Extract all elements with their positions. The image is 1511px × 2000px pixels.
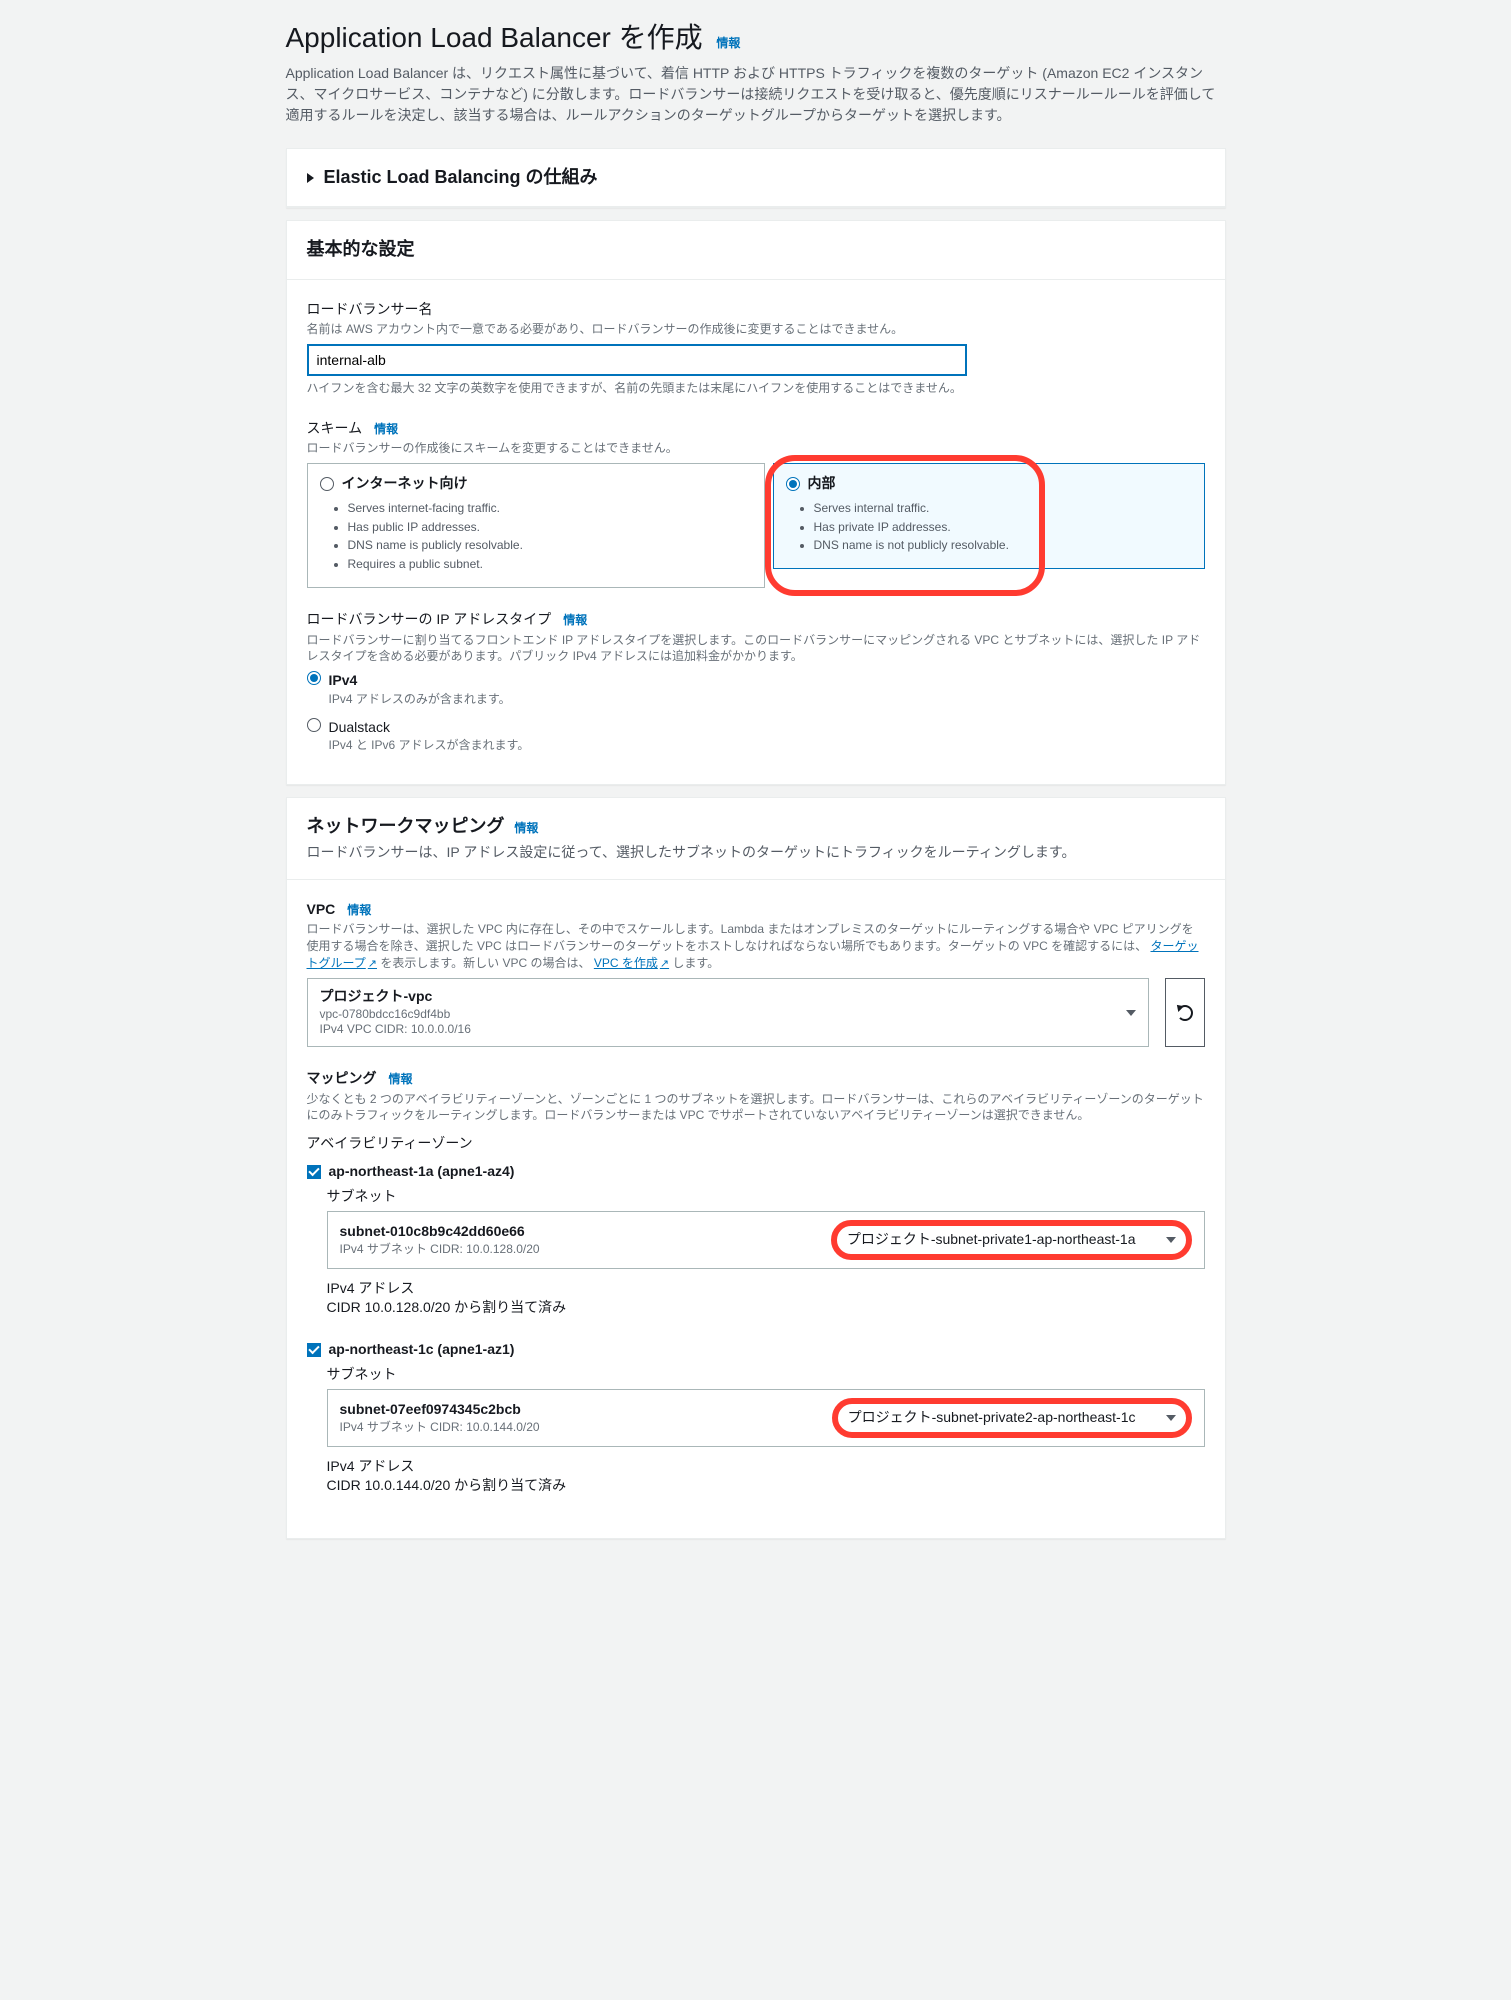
iptype-label: ロードバランサーの IP アドレスタイプ (307, 610, 552, 630)
scheme-internal-bullets: Serves internal traffic. Has private IP … (814, 500, 1192, 554)
info-link-iptype[interactable]: 情報 (563, 612, 587, 629)
page-title-text: Application Load Balancer を作成 (286, 22, 703, 53)
how-it-works-title: Elastic Load Balancing の仕組み (324, 165, 598, 190)
iptype-option-dualstack[interactable]: Dualstack IPv4 と IPv6 アドレスが含まれます。 (307, 718, 1205, 754)
scheme-internal-title: 内部 (808, 474, 836, 494)
subnet-label: サブネット (327, 1365, 1205, 1385)
lb-name-label: ロードバランサー名 (307, 300, 1205, 320)
ipv4-address-label: IPv4 アドレス (327, 1279, 1205, 1299)
create-vpc-link[interactable]: VPC を作成↗ (594, 956, 669, 970)
network-mapping-panel: ネットワークマッピング 情報 ロードバランサーは、IP アドレス設定に従って、選… (286, 797, 1226, 1539)
lb-name-desc: 名前は AWS アカウント内で一意である必要があり、ロードバランサーの作成後に変… (307, 321, 1205, 338)
page-title: Application Load Balancer を作成 情報 (286, 18, 1226, 57)
info-link-mapping[interactable]: 情報 (389, 1071, 413, 1088)
scheme-internet-bullets: Serves internet-facing traffic. Has publ… (348, 500, 752, 573)
subnet-label: サブネット (327, 1187, 1205, 1207)
scheme-desc: ロードバランサーの作成後にスキームを変更することはできません。 (307, 440, 1205, 457)
chevron-right-icon (307, 173, 314, 183)
refresh-button[interactable] (1165, 978, 1205, 1047)
vpc-desc: ロードバランサーは、選択した VPC 内に存在し、その中でスケールします。Lam… (307, 921, 1205, 972)
ipv4-title: IPv4 (329, 671, 511, 691)
info-link-network[interactable]: 情報 (514, 821, 538, 835)
vpc-selected-name: プロジェクト-vpc (320, 987, 471, 1007)
subnet-select[interactable]: subnet-07eef0974345c2bcb IPv4 サブネット CIDR… (327, 1389, 1205, 1447)
ipv4-desc: IPv4 アドレスのみが含まれます。 (329, 691, 511, 708)
create-vpc-link-text: VPC を作成 (594, 956, 658, 970)
radio-checked-icon (307, 671, 321, 685)
basic-settings-title: 基本的な設定 (307, 237, 415, 262)
basic-settings-panel: 基本的な設定 ロードバランサー名 名前は AWS アカウント内で一意である必要が… (286, 220, 1226, 785)
checkbox-checked-icon[interactable] (307, 1165, 321, 1179)
az-name: ap-northeast-1c (apne1-az1) (329, 1340, 515, 1360)
chevron-down-icon (1166, 1415, 1176, 1421)
refresh-icon (1177, 1005, 1193, 1021)
ipv4-address-label: IPv4 アドレス (327, 1457, 1205, 1477)
bullet: Serves internal traffic. (814, 500, 1192, 517)
ipv4-address-value: CIDR 10.0.144.0/20 から割り当て済み (327, 1476, 1205, 1496)
ipv4-address-value: CIDR 10.0.128.0/20 から割り当て済み (327, 1298, 1205, 1318)
chevron-down-icon (1166, 1237, 1176, 1243)
az-row: ap-northeast-1a (apne1-az4) サブネット subnet… (307, 1162, 1205, 1318)
how-it-works-panel: Elastic Load Balancing の仕組み (286, 148, 1226, 208)
bullet: Requires a public subnet. (348, 556, 752, 573)
lb-name-input[interactable] (307, 344, 967, 376)
radio-icon (307, 718, 321, 732)
scheme-tile-internal[interactable]: 内部 Serves internal traffic. Has private … (773, 463, 1205, 569)
network-mapping-subtitle: ロードバランサーは、IP アドレス設定に従って、選択したサブネットのターゲットに… (307, 843, 1205, 863)
bullet: Has private IP addresses. (814, 519, 1192, 536)
chevron-down-icon (1126, 1010, 1136, 1016)
subnet-select[interactable]: subnet-010c8b9c42dd60e66 IPv4 サブネット CIDR… (327, 1211, 1205, 1269)
vpc-desc-pre: ロードバランサーは、選択した VPC 内に存在し、その中でスケールします。Lam… (307, 922, 1194, 953)
iptype-desc: ロードバランサーに割り当てるフロントエンド IP アドレスタイプを選択します。こ… (307, 632, 1205, 666)
info-link-vpc[interactable]: 情報 (347, 902, 371, 919)
checkbox-checked-icon[interactable] (307, 1343, 321, 1357)
dualstack-desc: IPv4 と IPv6 アドレスが含まれます。 (329, 737, 530, 754)
az-name: ap-northeast-1a (apne1-az4) (329, 1162, 515, 1182)
network-mapping-title: ネットワークマッピング (307, 816, 505, 836)
info-link-header[interactable]: 情報 (716, 36, 740, 50)
bullet: Has public IP addresses. (348, 519, 752, 536)
az-row: ap-northeast-1c (apne1-az1) サブネット subnet… (307, 1340, 1205, 1496)
bullet: DNS name is not publicly resolvable. (814, 537, 1192, 554)
info-link-scheme[interactable]: 情報 (374, 421, 398, 438)
mapping-desc: 少なくとも 2 つのアベイラビリティーゾーンと、ゾーンごとに 1 つのサブネット… (307, 1091, 1205, 1125)
bullet: DNS name is publicly resolvable. (348, 537, 752, 554)
subnet-id: subnet-07eef0974345c2bcb (340, 1400, 540, 1420)
iptype-option-ipv4[interactable]: IPv4 IPv4 アドレスのみが含まれます。 (307, 671, 1205, 707)
radio-checked-icon (786, 477, 800, 491)
scheme-tile-internet[interactable]: インターネット向け Serves internet-facing traffic… (307, 463, 765, 588)
page-description: Application Load Balancer は、リクエスト属性に基づいて… (286, 63, 1226, 126)
mapping-label: マッピング (307, 1069, 377, 1089)
az-section-title: アベイラビリティーゾーン (307, 1134, 1205, 1154)
vpc-selected-cidr: IPv4 VPC CIDR: 10.0.0.0/16 (320, 1022, 471, 1038)
vpc-label: VPC (307, 900, 336, 920)
scheme-label: スキーム (307, 419, 363, 439)
highlight-ring-icon: プロジェクト-subnet-private1-ap-northeast-1a (831, 1220, 1192, 1260)
external-link-icon: ↗ (660, 958, 669, 970)
subnet-name: プロジェクト-subnet-private2-ap-northeast-1c (848, 1408, 1136, 1428)
vpc-desc-mid: を表示します。新しい VPC の場合は、 (380, 956, 590, 970)
vpc-desc-post: します。 (672, 956, 719, 970)
highlight-ring-icon: プロジェクト-subnet-private2-ap-northeast-1c (832, 1398, 1192, 1438)
subnet-id: subnet-010c8b9c42dd60e66 (340, 1222, 540, 1242)
subnet-name: プロジェクト-subnet-private1-ap-northeast-1a (847, 1230, 1136, 1250)
external-link-icon: ↗ (368, 958, 377, 970)
lb-name-hint: ハイフンを含む最大 32 文字の英数字を使用できますが、名前の先頭または末尾にハ… (307, 380, 1205, 397)
bullet: Serves internet-facing traffic. (348, 500, 752, 517)
scheme-internet-title: インターネット向け (342, 474, 468, 494)
vpc-select[interactable]: プロジェクト-vpc vpc-0780bdcc16c9df4bb IPv4 VP… (307, 978, 1149, 1047)
vpc-selected-id: vpc-0780bdcc16c9df4bb (320, 1007, 471, 1023)
dualstack-title: Dualstack (329, 718, 530, 738)
subnet-cidr: IPv4 サブネット CIDR: 10.0.128.0/20 (340, 1241, 540, 1258)
how-it-works-header[interactable]: Elastic Load Balancing の仕組み (287, 149, 1225, 207)
subnet-cidr: IPv4 サブネット CIDR: 10.0.144.0/20 (340, 1419, 540, 1436)
radio-icon (320, 477, 334, 491)
